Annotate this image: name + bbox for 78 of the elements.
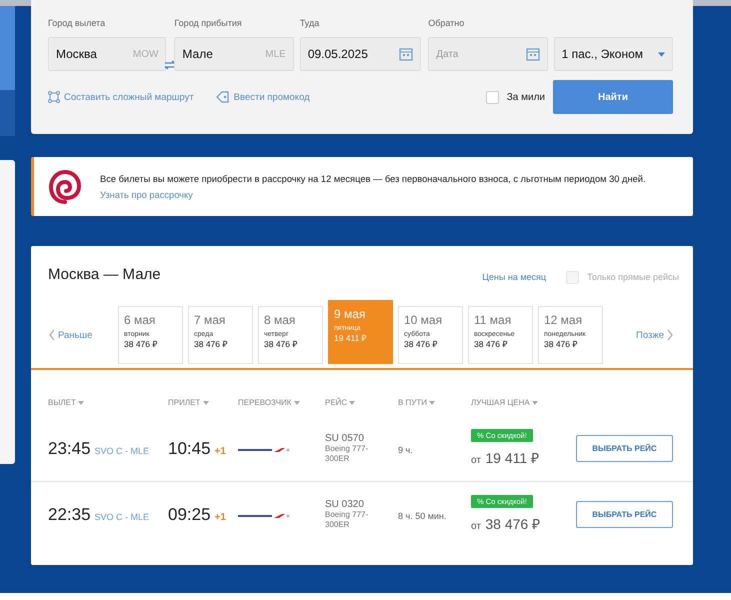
column-header[interactable]: ПРИЛЕТ	[168, 398, 238, 416]
chevron-left-icon	[49, 329, 55, 341]
price: 19 411 ₽	[334, 332, 368, 343]
input-field[interactable]: Мале MLE	[174, 37, 294, 71]
price-prefix: от	[471, 455, 481, 466]
sort-icon	[429, 401, 436, 405]
date: 8 мая	[264, 313, 296, 327]
route-title: Москва — Мале	[48, 266, 162, 282]
route-codes: SVO C - MLE	[94, 446, 150, 456]
arrival-time: 09:25	[168, 504, 211, 524]
field-label: Обратно	[428, 18, 466, 30]
sort-icon	[78, 401, 84, 405]
price: 38 476 ₽	[264, 338, 298, 349]
date: 10 мая	[404, 313, 444, 327]
column-header[interactable]: ЛУЧШАЯ ЦЕНА	[471, 398, 576, 416]
airline-logo-icon	[238, 446, 290, 452]
calendar-icon[interactable]	[526, 47, 540, 61]
price: 38 476 ₽	[404, 338, 438, 349]
search-button[interactable]: Найти	[553, 80, 673, 114]
price: 38 476 ₽	[474, 338, 508, 349]
sort-icon	[202, 401, 209, 405]
day-shift: +1	[214, 512, 226, 522]
price: 38 476 ₽	[485, 516, 540, 532]
checkbox[interactable]	[486, 90, 499, 104]
select-flight-button[interactable]: ВЫБРАТЬ РЕЙС	[576, 501, 673, 528]
price-prefix: от	[471, 521, 481, 532]
input-field[interactable]: Москва MOW	[48, 37, 166, 71]
departure-time: 22:35	[48, 504, 91, 524]
calendar-icon[interactable]	[399, 47, 414, 61]
field-label: Туда	[300, 18, 320, 30]
departure-time: 23:45	[48, 438, 91, 458]
link[interactable]: Ввести промокод	[216, 91, 310, 103]
link[interactable]: Составить сложный маршрут	[48, 91, 194, 103]
column-header[interactable]: РЕЙС	[325, 398, 398, 416]
input-field[interactable]: 09.05.2025	[300, 37, 422, 71]
month-prices-link[interactable]: Цены на месяц	[482, 272, 546, 282]
input-field[interactable]: 1 пас., Эконом	[554, 37, 674, 71]
date: 7 мая	[194, 313, 226, 327]
aircraft: Boeing 777-300ER	[325, 444, 370, 464]
spiral-logo-icon	[48, 168, 82, 204]
duration: 8 ч. 50 мин.	[398, 510, 446, 520]
caret-icon	[658, 52, 666, 56]
price: 38 476 ₽	[194, 338, 228, 349]
price: 19 411 ₽	[485, 450, 540, 466]
route-icon	[48, 91, 60, 103]
aircraft: Boeing 777-300ER	[325, 510, 370, 530]
link[interactable]: Узнать про рассрочку	[100, 190, 193, 200]
price: 38 476 ₽	[124, 338, 158, 349]
chevron-right-icon	[667, 329, 673, 341]
sort-icon	[294, 401, 300, 405]
input-field[interactable]: Дата	[428, 37, 548, 71]
select-flight-button[interactable]: ВЫБРАТЬ РЕЙС	[576, 435, 673, 462]
tag-icon	[216, 91, 230, 103]
column-header[interactable]: В ПУТИ	[398, 398, 471, 416]
flight-number: SU 0320	[325, 499, 365, 510]
duration: 9 ч.	[398, 444, 413, 454]
date: 11 мая	[474, 313, 512, 327]
sort-icon	[532, 401, 538, 405]
later-link[interactable]: Позже	[636, 329, 673, 341]
route-codes: SVO C - MLE	[94, 512, 150, 522]
checkbox-label: Только прямые рейсы	[587, 272, 679, 282]
date: 6 мая	[124, 313, 156, 327]
swap-icon[interactable]	[164, 60, 176, 70]
date: 12 мая	[544, 313, 584, 327]
airline-logo-icon	[238, 512, 290, 518]
column-header[interactable]: ПЕРЕВОЗЧИК	[238, 398, 325, 416]
sort-icon	[349, 401, 356, 405]
field-label: Город прибытия	[174, 18, 243, 30]
column-header[interactable]: ВЫЛЕТ	[48, 398, 168, 416]
earlier-link[interactable]: Раньше	[49, 329, 118, 341]
banner-text: Все билеты вы можете приобрести в рассрочку на 12 месяцев — без первоначального взноса, с льготным периодом 30 дней. Узнать про рассрочку	[100, 172, 647, 202]
date: 9 мая	[334, 307, 366, 321]
checkbox-label: За мили	[506, 92, 545, 102]
price: 38 476 ₽	[544, 338, 578, 349]
flight-number: SU 0570	[325, 433, 365, 444]
day-shift: +1	[214, 446, 226, 456]
arrival-time: 10:45	[168, 438, 211, 458]
field-label: Город вылета	[48, 18, 106, 30]
